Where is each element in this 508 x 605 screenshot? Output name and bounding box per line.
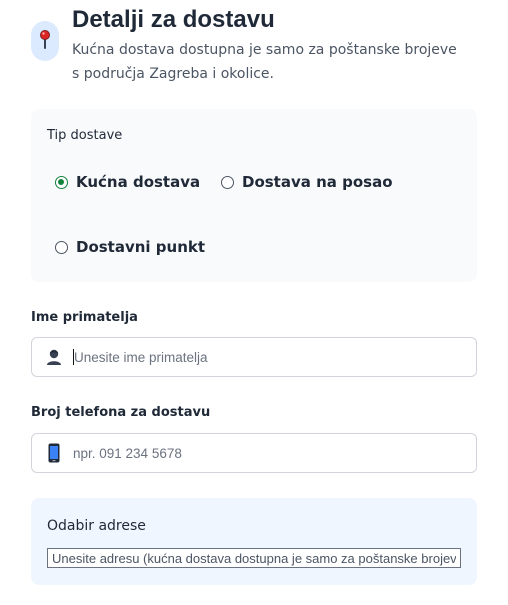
delivery-type-label: Tip dostave	[47, 128, 123, 143]
radio-dot[interactable]	[221, 175, 234, 189]
radio-label: Dostava na posao	[242, 173, 393, 191]
radio-dot[interactable]	[55, 240, 68, 254]
radio-label: Kućna dostava	[76, 173, 201, 191]
phone-label: Broj telefona za dostavu	[31, 405, 211, 420]
page-subtitle: Kućna dostava dostupna je samo za poštan…	[72, 42, 457, 82]
radio-dot-checked[interactable]	[55, 175, 68, 189]
radio-work-delivery[interactable]: Dostava na posao	[221, 173, 393, 191]
radio-pickup-point[interactable]: Dostavni punkt	[55, 238, 205, 256]
recipient-name-input[interactable]	[74, 349, 454, 365]
recipient-name-label: Ime primatelja	[31, 310, 138, 325]
address-input[interactable]	[47, 548, 461, 568]
phone-field[interactable]	[31, 433, 477, 473]
delivery-type-card: Tip dostave Kućna dostava Dostava na pos…	[31, 109, 477, 282]
address-selection-card: Odabir adrese	[31, 498, 477, 585]
delivery-details-header: Detalji za dostavu Kućna dostava dostupn…	[31, 6, 491, 86]
person-icon	[44, 348, 64, 366]
page-title: Detalji za dostavu	[72, 6, 275, 33]
phone-input[interactable]	[73, 445, 453, 461]
radio-home-delivery[interactable]: Kućna dostava	[55, 173, 200, 191]
address-selection-title: Odabir adrese	[47, 518, 146, 534]
pin-badge	[31, 21, 59, 61]
mobile-phone-icon	[44, 443, 64, 463]
radio-label: Dostavni punkt	[76, 238, 206, 256]
recipient-name-field[interactable]	[31, 337, 477, 377]
pushpin-icon	[39, 29, 51, 53]
